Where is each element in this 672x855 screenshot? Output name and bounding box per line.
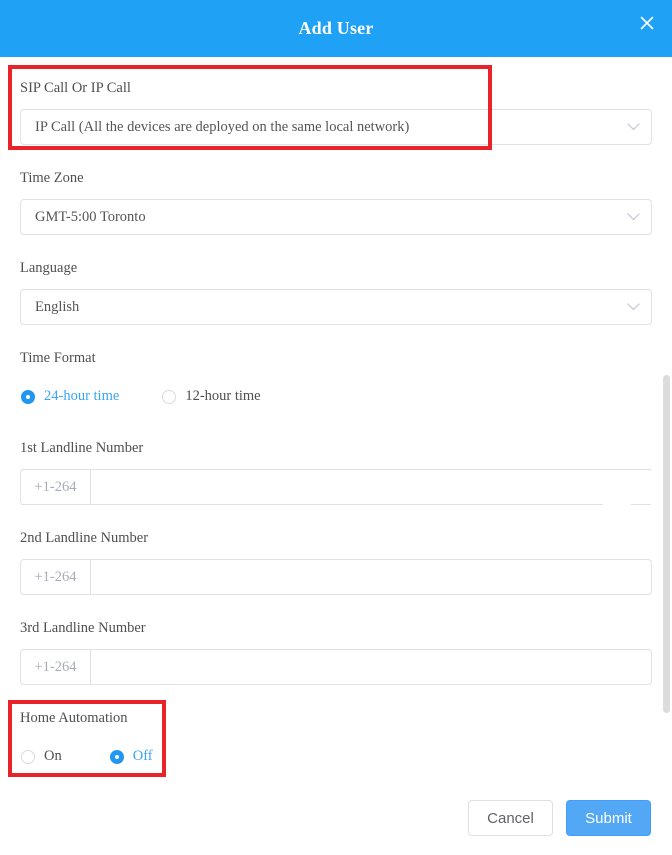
phone-field-landline-3[interactable] xyxy=(91,650,651,684)
cancel-button[interactable]: Cancel xyxy=(468,800,553,836)
radio-label-home-automation-on: On xyxy=(44,748,62,764)
input-border-bottom-segment xyxy=(631,504,651,505)
chevron-down-icon xyxy=(626,300,640,314)
page-title: Add User xyxy=(298,18,374,38)
field-label-home-automation: Home Automation xyxy=(20,710,128,726)
phone-input-landline-2[interactable]: +1-264 xyxy=(20,559,652,595)
input-border-top xyxy=(21,469,651,470)
select-sip-or-ip-call[interactable]: IP Call (All the devices are deployed on… xyxy=(20,109,652,145)
phone-input-landline-3[interactable]: +1-264 xyxy=(20,649,652,685)
field-landline-2: 2nd Landline Number +1-264 xyxy=(20,529,652,595)
modal-header: Add User xyxy=(0,0,672,57)
field-label-sip-or-ip-call: SIP Call Or IP Call xyxy=(20,80,131,96)
field-landline-1: 1st Landline Number +1-264 xyxy=(20,439,652,505)
phone-field-landline-2[interactable] xyxy=(91,560,651,594)
field-time-zone: Time Zone GMT-5:00 Toronto xyxy=(20,169,652,235)
radio-label-home-automation-off: Off xyxy=(132,748,153,764)
radio-home-automation-off[interactable]: Off xyxy=(109,748,153,765)
select-language-value: English xyxy=(35,298,80,315)
phone-prefix-landline-2: +1-264 xyxy=(21,560,91,594)
input-border-bottom xyxy=(21,504,603,505)
radio-home-automation-on[interactable]: On xyxy=(21,748,62,765)
field-sip-or-ip-call: SIP Call Or IP Call IP Call (All the dev… xyxy=(20,79,652,145)
modal-body: SIP Call Or IP Call IP Call (All the dev… xyxy=(0,57,672,855)
radio-24-hour-time[interactable]: 24-hour time xyxy=(21,388,119,405)
radio-indicator-icon xyxy=(21,749,35,764)
field-time-format: Time Format xyxy=(20,349,652,367)
field-landline-3: 3rd Landline Number +1-264 xyxy=(20,619,652,685)
radio-12-hour-time[interactable]: 12-hour time xyxy=(162,388,261,405)
phone-prefix-landline-3: +1-264 xyxy=(21,650,91,684)
radio-label-24-hour-time: 24-hour time xyxy=(44,388,120,404)
field-home-automation: Home Automation xyxy=(20,709,652,727)
field-label-landline-3: 3rd Landline Number xyxy=(20,620,146,636)
radio-indicator-icon xyxy=(162,389,177,404)
radio-indicator-checked-icon xyxy=(21,389,35,404)
field-label-landline-2: 2nd Landline Number xyxy=(20,530,149,546)
chevron-down-icon xyxy=(626,120,640,134)
select-time-zone-value: GMT-5:00 Toronto xyxy=(35,208,146,225)
scrollbar-thumb[interactable] xyxy=(663,375,670,713)
phone-prefix-landline-1: +1-264 xyxy=(21,470,91,504)
select-sip-or-ip-call-value: IP Call (All the devices are deployed on… xyxy=(35,118,410,135)
radio-indicator-checked-icon xyxy=(109,749,124,764)
close-icon[interactable] xyxy=(636,12,658,34)
field-label-landline-1: 1st Landline Number xyxy=(20,440,144,456)
radio-group-time-format: 24-hour time 12-hour time xyxy=(21,388,261,405)
phone-input-landline-1[interactable]: +1-264 xyxy=(20,469,652,505)
radio-label-12-hour-time: 12-hour time xyxy=(185,388,261,404)
field-label-time-format: Time Format xyxy=(20,350,96,366)
scrollbar-track[interactable] xyxy=(662,57,672,855)
submit-button[interactable]: Submit xyxy=(566,800,651,836)
field-language: Language English xyxy=(20,259,652,325)
select-time-zone[interactable]: GMT-5:00 Toronto xyxy=(20,199,652,235)
radio-group-home-automation: On Off xyxy=(21,748,153,765)
phone-field-landline-1[interactable] xyxy=(91,470,651,504)
field-label-time-zone: Time Zone xyxy=(20,170,84,186)
select-language[interactable]: English xyxy=(20,289,652,325)
field-label-language: Language xyxy=(20,260,78,276)
chevron-down-icon xyxy=(626,210,640,224)
